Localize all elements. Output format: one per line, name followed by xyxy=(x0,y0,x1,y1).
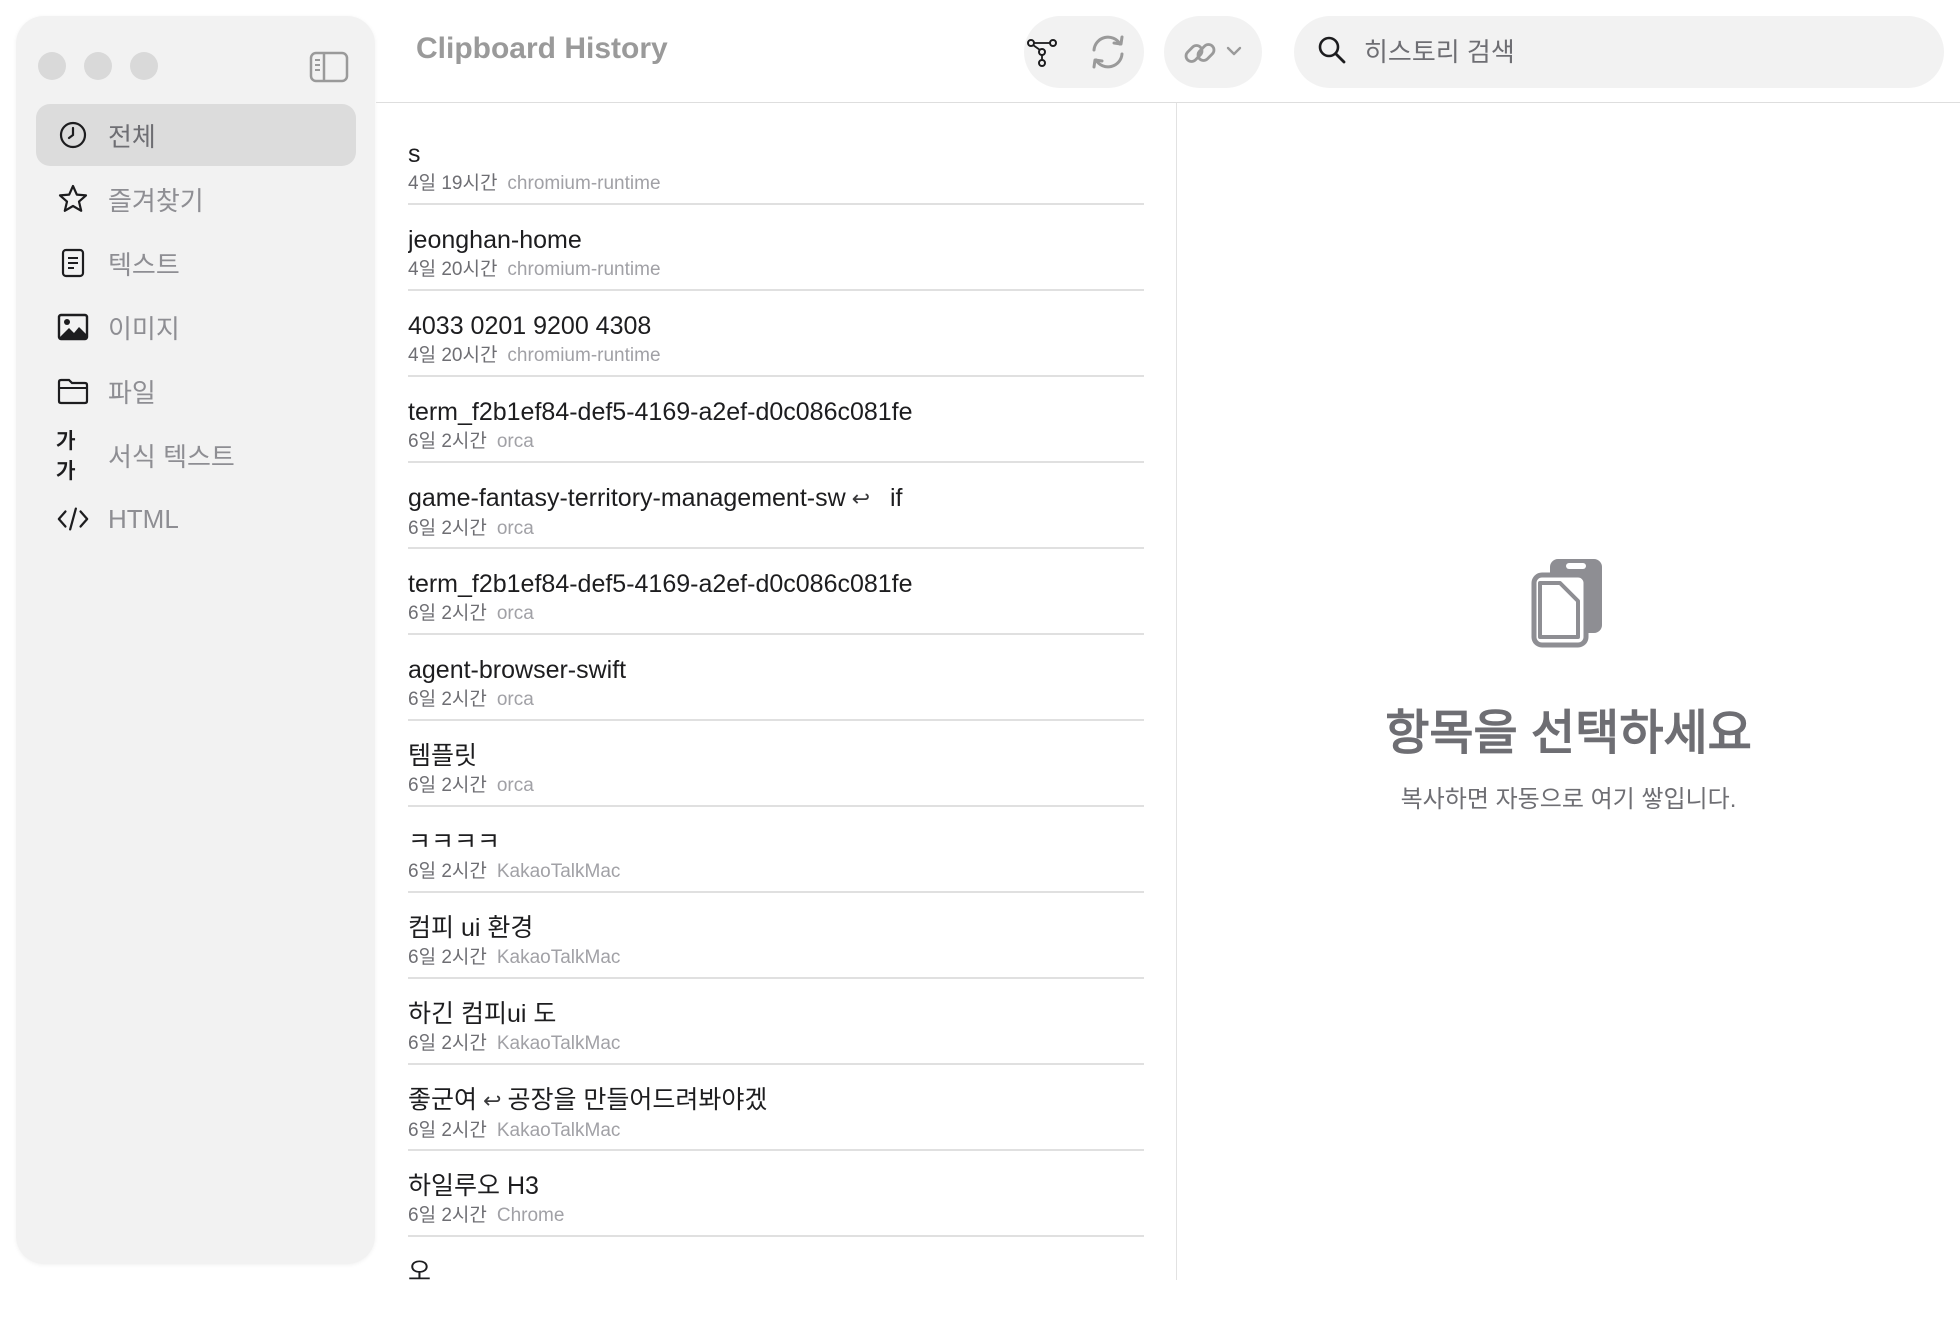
sidebar-item-label: 이미지 xyxy=(108,313,180,344)
item-app: orca xyxy=(496,518,534,539)
folder-icon xyxy=(56,374,90,408)
list-item[interactable]: s 4일 19시간 chromium-runtime xyxy=(408,119,1144,205)
list-item[interactable]: 하일루오 H3 6일 2시간 Chrome xyxy=(408,1151,1144,1237)
item-title: jeonghan-home xyxy=(408,226,582,254)
close-window-button[interactable] xyxy=(38,52,66,80)
item-app: Chrome xyxy=(496,1205,565,1226)
sidebar-item-label: 즐겨찾기 xyxy=(108,185,204,216)
item-app: orca xyxy=(496,775,534,796)
toolbar-button-group xyxy=(1024,16,1144,88)
sidebar-item-label: 파일 xyxy=(108,377,156,408)
item-app: KakaoTalkMac xyxy=(496,861,621,882)
detail-pane: 항목을 선택하세요 복사하면 자동으로 여기 쌓입니다. xyxy=(1177,103,1960,1280)
list-item[interactable]: ㅋㅋㅋㅋ 6일 2시간 KakaoTalkMac xyxy=(408,807,1144,893)
list-item[interactable]: term_f2b1ef84-def5-4169-a2ef-d0c086c081f… xyxy=(408,549,1144,635)
sidebar-item-all[interactable]: 전체 xyxy=(36,104,356,166)
sidebar-item-html[interactable]: HTML xyxy=(36,488,356,550)
item-title: 템플릿 xyxy=(408,742,478,770)
item-app: KakaoTalkMac xyxy=(496,1120,621,1141)
sync-icon[interactable] xyxy=(1086,30,1130,79)
clock-icon xyxy=(56,118,90,152)
item-app: chromium-runtime xyxy=(507,345,661,366)
empty-state-subtitle: 복사하면 자동으로 여기 쌓입니다. xyxy=(1400,786,1737,813)
link-icon xyxy=(1182,35,1218,76)
item-title: ㅋㅋㅋㅋ xyxy=(408,828,501,856)
sidebar: 전체 즐겨찾기 텍스트 이미지 파일 가가 서식 텍스트 HTML xyxy=(16,16,375,1264)
item-time: 6일 2시간 xyxy=(408,861,487,882)
sidebar-item-favorites[interactable]: 즐겨찾기 xyxy=(36,168,356,230)
item-title: 하긴 컴피ui 도 xyxy=(408,1000,557,1028)
sidebar-nav: 전체 즐겨찾기 텍스트 이미지 파일 가가 서식 텍스트 HTML xyxy=(36,104,356,552)
history-list: s 4일 19시간 chromium-runtime jeonghan-home … xyxy=(408,119,1144,1323)
sidebar-item-label: 서식 텍스트 xyxy=(108,441,235,472)
code-icon xyxy=(56,502,90,536)
item-title: term_f2b1ef84-def5-4169-a2ef-d0c086c081f… xyxy=(408,570,913,598)
minimize-window-button[interactable] xyxy=(84,52,112,80)
sidebar-item-label: 전체 xyxy=(108,121,156,152)
chevron-down-icon xyxy=(1226,44,1242,63)
item-app: orca xyxy=(496,603,534,624)
item-title: 하일루오 H3 xyxy=(408,1172,539,1200)
photo-icon xyxy=(56,310,90,344)
item-time: 4일 20시간 xyxy=(408,345,498,366)
list-item[interactable]: term_f2b1ef84-def5-4169-a2ef-d0c086c081f… xyxy=(408,377,1144,463)
filter-icon[interactable] xyxy=(1026,36,1058,73)
rich-text-icon: 가가 xyxy=(56,430,75,483)
sidebar-item-rich-text[interactable]: 가가 서식 텍스트 xyxy=(36,424,356,486)
sidebar-item-files[interactable]: 파일 xyxy=(36,360,356,422)
item-time: 6일 2시간 xyxy=(408,947,487,968)
search-input[interactable] xyxy=(1362,35,1902,69)
item-time: 6일 2시간 xyxy=(408,1120,487,1141)
list-item[interactable]: jeonghan-home 4일 20시간 chromium-runtime xyxy=(408,205,1144,291)
empty-state-title: 항목을 선택하세요 xyxy=(1385,707,1752,760)
item-app: orca xyxy=(496,689,534,710)
item-time: 6일 2시간 xyxy=(408,775,487,796)
item-app: chromium-runtime xyxy=(507,173,661,194)
search-bar[interactable] xyxy=(1294,16,1944,88)
list-item[interactable]: 오 xyxy=(408,1237,1144,1323)
sidebar-item-text[interactable]: 텍스트 xyxy=(36,232,356,294)
item-title: 오 xyxy=(408,1258,432,1286)
sidebar-item-label: HTML xyxy=(108,503,179,534)
item-app: KakaoTalkMac xyxy=(496,947,621,968)
item-time: 6일 2시간 xyxy=(408,603,487,624)
app-window: 전체 즐겨찾기 텍스트 이미지 파일 가가 서식 텍스트 HTML Clipbo… xyxy=(0,0,1960,1286)
document-icon xyxy=(56,246,90,280)
window-title: Clipboard History xyxy=(416,32,668,65)
item-title: s xyxy=(408,140,421,168)
item-title: 4033 0201 9200 4308 xyxy=(408,312,652,340)
item-title: game-fantasy-territory-management-sw ↩ if xyxy=(408,484,903,512)
sidebar-item-images[interactable]: 이미지 xyxy=(36,296,356,358)
clipboard-icon xyxy=(1528,553,1608,649)
list-item[interactable]: 4033 0201 9200 4308 4일 20시간 chromium-runt… xyxy=(408,291,1144,377)
return-icon: ↩ xyxy=(483,1088,502,1113)
zoom-window-button[interactable] xyxy=(130,52,158,80)
list-item[interactable]: agent-browser-swift 6일 2시간 orca xyxy=(408,635,1144,721)
list-item[interactable]: 컴피 ui 환경 6일 2시간 KakaoTalkMac xyxy=(408,893,1144,979)
item-time: 6일 2시간 xyxy=(408,1033,487,1054)
item-app: KakaoTalkMac xyxy=(496,1033,621,1054)
link-menu-button[interactable] xyxy=(1164,16,1262,88)
item-app: orca xyxy=(496,431,534,452)
search-icon xyxy=(1316,34,1348,71)
return-icon: ↩ xyxy=(851,486,871,511)
item-app: chromium-runtime xyxy=(507,259,661,280)
sidebar-item-label: 텍스트 xyxy=(108,249,180,280)
item-time: 6일 2시간 xyxy=(408,518,487,539)
item-title: 좋군여 ↩ 공장을 만들어드려봐야겠 xyxy=(408,1086,768,1114)
list-item[interactable]: 템플릿 6일 2시간 orca xyxy=(408,721,1144,807)
item-time: 6일 2시간 xyxy=(408,1205,487,1226)
item-title: term_f2b1ef84-def5-4169-a2ef-d0c086c081f… xyxy=(408,398,913,426)
star-icon xyxy=(56,182,90,216)
item-title: agent-browser-swift xyxy=(408,656,627,684)
item-time: 6일 2시간 xyxy=(408,689,487,710)
item-time: 4일 19시간 xyxy=(408,173,498,194)
list-item[interactable]: game-fantasy-territory-management-sw ↩ if… xyxy=(408,463,1144,549)
item-title: 컴피 ui 환경 xyxy=(408,914,534,942)
sidebar-toggle-icon[interactable] xyxy=(309,51,349,83)
list-item[interactable]: 하긴 컴피ui 도 6일 2시간 KakaoTalkMac xyxy=(408,979,1144,1065)
item-time: 4일 20시간 xyxy=(408,259,498,280)
item-time: 6일 2시간 xyxy=(408,431,487,452)
list-item[interactable]: 좋군여 ↩ 공장을 만들어드려봐야겠 6일 2시간 KakaoTalkMac xyxy=(408,1065,1144,1151)
